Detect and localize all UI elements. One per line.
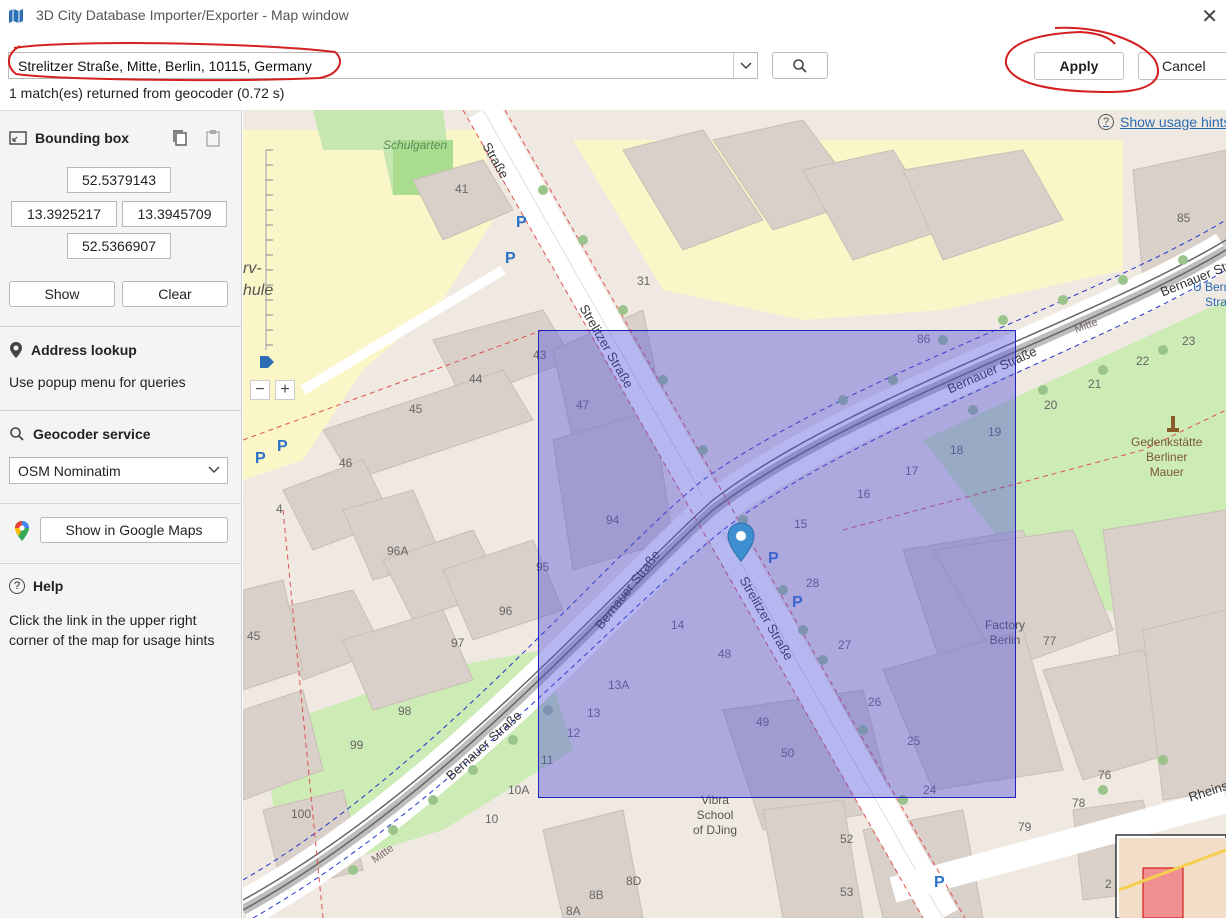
house-number: 46 (339, 456, 353, 470)
east-coordinate-field[interactable]: 13.3945709 (122, 201, 227, 227)
search-icon (793, 58, 807, 73)
chevron-down-icon (208, 466, 220, 474)
house-number: 79 (1018, 820, 1032, 834)
paste-icon[interactable] (204, 129, 222, 147)
divider (0, 326, 242, 327)
search-input[interactable]: Strelitzer Straße, Mitte, Berlin, 10115,… (18, 58, 312, 74)
google-maps-icon (15, 521, 29, 541)
bounding-box-header: Bounding box (9, 130, 129, 146)
geocoder-service-select[interactable]: OSM Nominatim (9, 457, 228, 484)
house-number: 96 (499, 604, 513, 618)
house-number: 21 (1088, 377, 1102, 391)
house-number: 45 (247, 629, 261, 643)
house-number: 4 (276, 502, 283, 516)
house-number: 44 (469, 372, 483, 386)
left-panel: Bounding box 52.5379143 13.3925217 13.39… (0, 110, 242, 918)
bicycle-parking-icon: P (516, 214, 527, 231)
house-number: 98 (398, 704, 412, 718)
divider (0, 563, 242, 564)
cancel-button[interactable]: Cancel (1138, 52, 1226, 80)
clear-button[interactable]: Clear (122, 281, 228, 307)
search-button[interactable] (772, 52, 828, 79)
bounding-box-overlay[interactable] (538, 330, 1016, 798)
house-number: 100 (291, 807, 312, 821)
house-number: 20 (1044, 398, 1058, 412)
zoom-in-button[interactable]: + (275, 380, 295, 400)
house-number: 97 (451, 636, 465, 650)
geocoder-search-combo[interactable]: Strelitzer Straße, Mitte, Berlin, 10115,… (8, 52, 758, 79)
map-view[interactable]: − + ? Show usage hints Straße Strelitzer… (243, 110, 1226, 918)
show-button[interactable]: Show (9, 281, 115, 307)
bounding-box-title: Bounding box (35, 130, 130, 146)
monument-icon (1167, 416, 1179, 432)
zoom-slider[interactable] (260, 140, 290, 370)
show-in-google-maps-button[interactable]: Show in Google Maps (40, 517, 228, 543)
bicycle-parking-icon: P (255, 450, 266, 467)
south-coordinate-field[interactable]: 52.5366907 (67, 233, 171, 259)
house-number: 53 (840, 885, 854, 899)
house-number: 99 (350, 738, 364, 752)
house-number: 8A (566, 904, 581, 918)
house-number: 31 (637, 274, 651, 288)
window-title: 3D City Database Importer/Exporter - Map… (36, 7, 349, 23)
title-bar: 3D City Database Importer/Exporter - Map… (0, 0, 1226, 32)
help-circle-icon: ? (1098, 114, 1114, 130)
bicycle-parking-icon: P (934, 874, 945, 891)
north-coordinate-field[interactable]: 52.5379143 (67, 167, 171, 193)
zoom-out-button[interactable]: − (250, 380, 270, 400)
divider (0, 503, 242, 504)
poi-label: Vibra School of DJing (693, 793, 738, 837)
house-number: 78 (1072, 796, 1086, 810)
house-number: 8D (626, 874, 642, 888)
house-number: 10 (485, 812, 499, 826)
address-lookup-title: Address lookup (31, 342, 137, 358)
address-lookup-hint: Use popup menu for queries (9, 374, 186, 390)
divider (0, 410, 242, 411)
apply-button[interactable]: Apply (1034, 52, 1124, 80)
house-number: 85 (1177, 211, 1191, 225)
poi-label: hule (243, 282, 274, 299)
location-marker-icon[interactable] (727, 522, 755, 562)
copy-icon[interactable] (171, 129, 189, 147)
geocoder-status-text: 1 match(es) returned from geocoder (0.72… (9, 85, 285, 101)
help-text: Click the link in the upper right corner… (9, 612, 215, 648)
poi-label: Schulgarten (383, 138, 448, 152)
house-number: 96A (387, 544, 409, 558)
house-number: 22 (1136, 354, 1150, 368)
map-app-icon (9, 9, 23, 23)
west-coordinate-field[interactable]: 13.3925217 (11, 201, 117, 227)
help-icon: ? (9, 578, 25, 594)
bounding-box-icon (9, 131, 27, 145)
chevron-down-icon[interactable] (733, 53, 757, 78)
show-usage-hints-link[interactable]: ? Show usage hints (1098, 114, 1226, 130)
help-title: Help (33, 578, 64, 594)
house-number: 45 (409, 402, 423, 416)
geocoder-selected-value: OSM Nominatim (18, 462, 121, 479)
station-label: U Berna (1193, 280, 1226, 294)
poi-label: rv- (243, 260, 262, 277)
usage-link-text: Show usage hints (1120, 114, 1226, 130)
poi-label: Gedenkstätte Berliner Mauer (1131, 435, 1203, 479)
house-number: 52 (840, 832, 854, 846)
house-number: 2 (1105, 877, 1112, 891)
house-number: 41 (455, 182, 469, 196)
help-header: ? Help (9, 578, 63, 594)
station-label: Stra (1205, 295, 1226, 309)
bicycle-parking-icon: P (505, 250, 516, 267)
search-icon (10, 427, 24, 441)
house-number: 10A (508, 783, 530, 797)
address-lookup-header: Address lookup (9, 341, 137, 359)
house-number: 77 (1043, 634, 1057, 648)
bicycle-parking-icon: P (277, 438, 288, 455)
house-number: 23 (1182, 334, 1196, 348)
geocoder-service-header: Geocoder service (9, 426, 151, 442)
close-icon[interactable]: ✕ (1201, 4, 1218, 29)
house-number: 8B (589, 888, 604, 902)
house-number: 76 (1098, 768, 1112, 782)
geocoder-service-title: Geocoder service (33, 426, 151, 442)
location-pin-icon (10, 342, 22, 358)
